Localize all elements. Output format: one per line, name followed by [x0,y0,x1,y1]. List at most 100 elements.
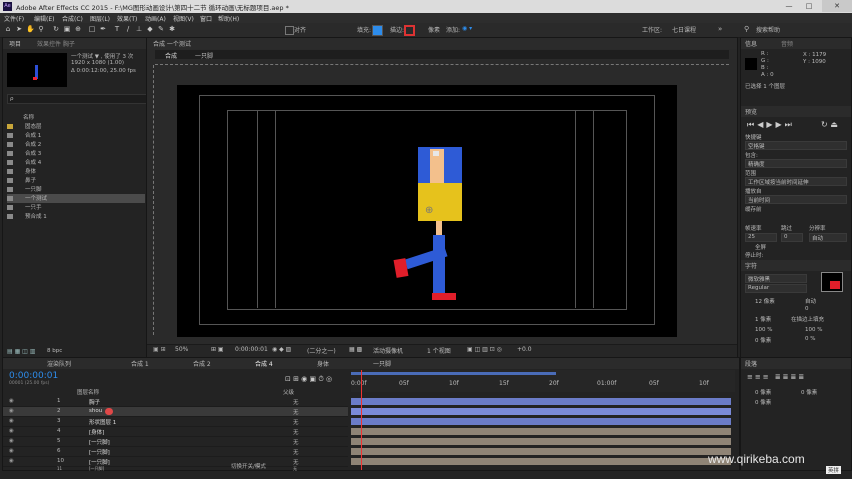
project-item[interactable]: 预合成 1 [7,212,145,221]
visibility-icon[interactable]: ◉ [9,438,14,444]
layer-name[interactable]: [身体] [89,428,104,436]
indent-left[interactable]: 0 像素 [755,388,771,396]
camera-tool-icon[interactable]: ▣ [63,25,71,34]
layer-bar[interactable] [351,428,731,435]
baseline-shift[interactable]: 0 像素 [755,336,771,344]
workspace-value[interactable]: 七日课程 [672,25,696,34]
fill-swatch[interactable] [372,25,383,36]
range-dropdown[interactable]: 工作区域按当前时间延伸 [745,177,847,186]
layer-row[interactable]: ◉ 3 形状图层 1 无 [3,417,348,427]
maximize-button[interactable]: □ [800,0,818,12]
puppet-tool-icon[interactable]: ✱ [168,25,176,34]
visibility-icon[interactable]: ◉ [9,458,14,464]
tab-info[interactable]: 信息 [745,39,757,48]
roi-icon[interactable]: ▦ ▩ [349,346,362,353]
loop-icon[interactable]: ↻ ⏏ [821,120,838,129]
menu-file[interactable]: 文件(F) [4,14,24,23]
parent-dropdown[interactable]: 无 [293,398,299,406]
project-item[interactable]: 合成 1 [7,131,145,140]
timeline-switches-icons[interactable]: ⊡ ⊞ ◉ ▣ ⏱ ◎ [285,375,332,384]
layer-name[interactable]: shou [89,408,102,414]
parent-dropdown[interactable]: 无 [293,466,297,472]
selection-tool-icon[interactable]: ➤ [15,25,23,34]
close-button[interactable]: ✕ [822,0,852,12]
resolution-dropdown[interactable]: (二分之一) [307,346,336,355]
project-item[interactable]: 鼻子 [7,176,145,185]
anchor-point-icon[interactable]: ⊕ [425,205,433,216]
parent-dropdown[interactable]: 无 [293,438,299,446]
visibility-icon[interactable]: ◉ [9,408,14,414]
character-color-swatch[interactable] [821,272,843,292]
views-dropdown[interactable]: 1 个视图 [427,346,451,355]
tab-comp-1[interactable]: 合成 1 [131,359,149,368]
play-from-dropdown[interactable]: 当前时间 [745,195,847,204]
ime-indicator[interactable]: 英拼 [826,466,842,474]
time-ruler[interactable]: 0:00f 05f 10f 15f 20f 01:00f 05f 10f [351,370,735,392]
layer-name[interactable]: [一只脚] [89,466,104,472]
tab-character[interactable]: 字符 [745,261,757,270]
comp-view-icons[interactable]: ▣ ⊞ [153,346,166,353]
tab-body[interactable]: 身体 [317,359,329,368]
tab-effect-controls[interactable]: 效果控件 胸子 [37,39,75,48]
parent-dropdown[interactable]: 无 [293,458,299,466]
layer-bar[interactable] [351,438,731,445]
switches-mode-toggle[interactable]: 切换开关/模式 [231,462,266,470]
project-item[interactable]: 合成 3 [7,149,145,158]
workspace-menu-icon[interactable]: » [718,25,722,33]
horizontal-scale[interactable]: 100 % [805,327,822,333]
hand-tool-icon[interactable]: ✋ [26,25,35,34]
layer-bar[interactable] [351,448,731,455]
layer-row[interactable]: ◉ 1 胸子 无 [3,397,348,407]
project-item[interactable]: 合成 4 [7,158,145,167]
tab-render-queue[interactable]: 渲染队列 [47,359,71,368]
cache-dropdown[interactable]: 精确度 [745,159,847,168]
layer-bar[interactable] [351,458,731,465]
frame-rate-dropdown[interactable]: 25 [745,233,777,242]
visibility-icon[interactable]: ◉ [9,448,14,454]
tab-comp-4[interactable]: 合成 4 [255,359,273,368]
zoom-tool-icon[interactable]: ⚲ [37,25,45,34]
menu-composition[interactable]: 合成(C) [62,14,83,23]
project-footer-icons[interactable]: ▤ ▦ ◫ ▥ [7,348,35,355]
tracking[interactable]: 0 [805,306,809,312]
project-search-input[interactable]: ρ [7,94,147,104]
tab-paragraph[interactable]: 段落 [745,359,757,368]
layer-name[interactable]: 形状图层 1 [89,418,116,426]
visibility-icon[interactable]: ◉ [9,428,14,434]
tab-project[interactable]: 项目 [9,39,21,48]
shortcut-dropdown[interactable]: 空格键 [745,141,847,150]
character-stroke-swatch[interactable] [830,281,840,289]
layer-bar[interactable] [351,408,731,415]
font-size[interactable]: 12 像素 [755,297,775,305]
snap-checkbox[interactable] [285,26,294,35]
leading[interactable]: 自动 [805,297,816,305]
exposure-value[interactable]: +0.0 [517,346,532,353]
playback-controls[interactable]: ⏮◀▶▶⏭ [747,120,795,130]
visibility-icon[interactable]: ◉ [9,418,14,424]
layer-bar[interactable] [351,418,731,425]
visibility-icon[interactable]: ◉ [9,398,14,404]
skip-input[interactable]: 0 [781,233,803,242]
menu-view[interactable]: 视图(V) [173,14,194,23]
layer-row[interactable]: ◉ 6 [一只脚] 无 [3,447,348,457]
font-dropdown[interactable]: 微软雅黑 [745,274,807,283]
layer-name[interactable]: 胸子 [89,398,100,406]
eraser-tool-icon[interactable]: ◆ [146,25,154,34]
grid-icon[interactable]: ⊞ ▣ [211,346,224,353]
roto-tool-icon[interactable]: ✎ [157,25,165,34]
minimize-button[interactable]: — [780,0,798,12]
stroke-swatch[interactable] [404,25,415,36]
tsume[interactable]: 0 % [805,336,815,342]
add-dropdown-icon[interactable]: ◉ ▾ [462,25,472,32]
tab-foot[interactable]: 一只脚 [373,359,391,368]
project-item-selected[interactable]: 一个测试 [7,194,145,203]
layer-row-selected[interactable]: ◉ 2 shou 无 [3,407,348,417]
tab-composition[interactable]: 合成 一个测试 [153,39,191,48]
resolution-dropdown-preview[interactable]: 自动 [809,233,847,242]
parent-dropdown[interactable]: 无 [293,428,299,436]
timeline-current-time[interactable]: 0:00:00:01 [9,371,58,381]
layer-row[interactable]: ◉ 4 [身体] 无 [3,427,348,437]
clone-tool-icon[interactable]: ⊥ [135,25,143,34]
pan-behind-tool-icon[interactable]: ⊕ [74,25,82,34]
work-area-bar[interactable] [351,372,556,375]
